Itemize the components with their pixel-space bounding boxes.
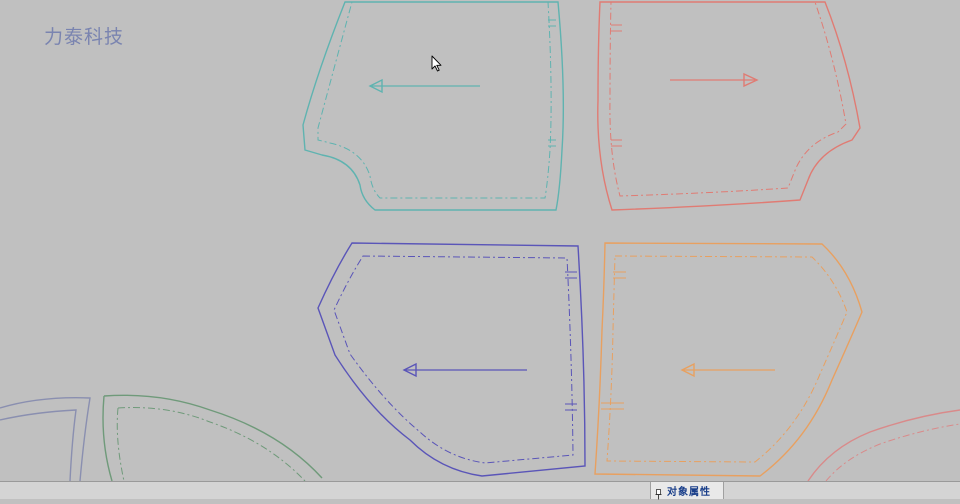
blue-seam-line <box>333 255 574 464</box>
red-seam-line <box>609 1 847 197</box>
blue-outline <box>317 242 586 477</box>
pattern-piece-pink[interactable] <box>807 409 960 481</box>
pattern-piece-teal[interactable] <box>302 1 565 211</box>
red-notch-1 <box>611 24 622 32</box>
pattern-piece-gray-blue[interactable] <box>0 397 91 481</box>
blue-notch-1 <box>565 271 577 279</box>
pin-icon <box>655 485 662 500</box>
object-properties-button[interactable]: 对象属性 <box>650 482 724 500</box>
green-outline <box>102 394 323 481</box>
pattern-piece-green[interactable] <box>102 394 323 481</box>
pattern-piece-red[interactable] <box>597 1 861 211</box>
object-properties-label: 对象属性 <box>667 487 711 498</box>
gray-blue-outline <box>0 397 91 481</box>
pattern-piece-blue[interactable] <box>317 242 586 477</box>
blue-notch-2 <box>565 403 577 411</box>
mouse-pointer-icon <box>431 55 442 72</box>
red-notch-2 <box>611 139 622 147</box>
pink-seam-line <box>825 423 960 481</box>
teal-notch-2 <box>548 139 556 147</box>
green-seam-line <box>116 407 306 481</box>
teal-seam-line <box>317 1 552 199</box>
status-bar: 对象属性 <box>0 481 960 500</box>
pattern-piece-orange[interactable] <box>594 242 863 477</box>
orange-notch-2 <box>601 402 624 410</box>
red-outline <box>597 1 861 211</box>
orange-outline <box>594 242 863 477</box>
pattern-drawing[interactable] <box>0 0 960 481</box>
pink-outline <box>807 409 960 481</box>
pattern-canvas[interactable]: 力泰科技 <box>0 0 960 481</box>
teal-outline <box>302 1 565 211</box>
orange-seam-line <box>606 255 848 463</box>
